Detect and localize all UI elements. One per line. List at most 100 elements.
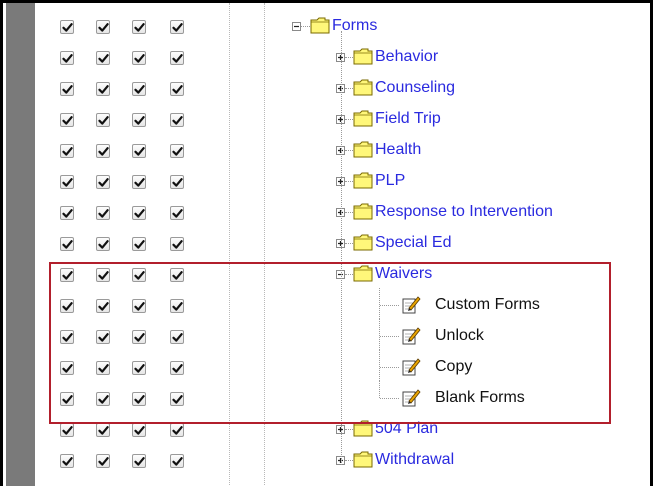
permission-checkbox[interactable] — [132, 237, 146, 251]
permission-checkbox[interactable] — [96, 206, 110, 220]
permission-checkbox[interactable] — [96, 82, 110, 96]
tree-node-label[interactable]: Blank Forms — [435, 389, 525, 407]
permission-checkbox[interactable] — [60, 175, 74, 189]
permission-checkbox[interactable] — [132, 206, 146, 220]
tree-node-label[interactable]: Special Ed — [375, 234, 452, 252]
permission-checkbox[interactable] — [60, 237, 74, 251]
permission-checkbox[interactable] — [170, 423, 184, 437]
tree-folder-row: PLP — [3, 168, 650, 199]
tree-node-label[interactable]: Health — [375, 141, 421, 159]
tree-connector — [301, 26, 310, 27]
permission-checkbox[interactable] — [60, 392, 74, 406]
tree-node-label[interactable]: Response to Intervention — [375, 203, 553, 221]
tree-node-label[interactable]: 504 Plan — [375, 420, 438, 438]
permission-checkbox[interactable] — [60, 361, 74, 375]
tree-folder-row: Response to Intervention — [3, 199, 650, 230]
tree-node-label[interactable]: Copy — [435, 358, 472, 376]
folder-icon — [353, 264, 373, 282]
tree-connector — [345, 88, 353, 89]
permission-checkbox[interactable] — [132, 423, 146, 437]
permission-checkbox[interactable] — [60, 113, 74, 127]
permission-checkbox[interactable] — [60, 268, 74, 282]
tree-node-label[interactable]: Custom Forms — [435, 296, 540, 314]
permission-checkbox[interactable] — [132, 268, 146, 282]
permissions-tree-panel: Forms Behavior Counseling Field Trip Health P… — [0, 0, 653, 486]
permission-checkbox[interactable] — [170, 454, 184, 468]
permission-checkbox[interactable] — [96, 454, 110, 468]
permission-checkbox[interactable] — [170, 144, 184, 158]
permission-checkbox[interactable] — [132, 392, 146, 406]
permission-checkbox[interactable] — [170, 175, 184, 189]
tree-connector — [345, 181, 353, 182]
permission-checkbox[interactable] — [132, 330, 146, 344]
tree-connector — [345, 460, 353, 461]
tree-node-label[interactable]: PLP — [375, 172, 405, 190]
permission-checkbox[interactable] — [170, 82, 184, 96]
permission-checkbox[interactable] — [60, 330, 74, 344]
collapse-toggle-icon[interactable] — [292, 22, 301, 31]
folder-icon — [353, 419, 373, 437]
permission-checkbox[interactable] — [170, 237, 184, 251]
tree-connector — [345, 150, 353, 151]
tree-node-label[interactable]: Field Trip — [375, 110, 441, 128]
tree-node-label[interactable]: Counseling — [375, 79, 455, 97]
permission-checkbox[interactable] — [96, 51, 110, 65]
permission-checkbox[interactable] — [96, 392, 110, 406]
permission-checkbox[interactable] — [132, 454, 146, 468]
folder-icon — [353, 233, 373, 251]
tree-connector — [379, 319, 380, 350]
tree-connector — [380, 367, 399, 368]
tree-connector — [345, 57, 353, 58]
permission-checkbox[interactable] — [132, 82, 146, 96]
folder-icon — [353, 450, 373, 468]
tree-connector — [345, 243, 353, 244]
permission-checkbox[interactable] — [132, 51, 146, 65]
permission-checkbox[interactable] — [96, 330, 110, 344]
tree-folder-row: Behavior — [3, 44, 650, 75]
permission-checkbox[interactable] — [60, 454, 74, 468]
permission-checkbox[interactable] — [170, 361, 184, 375]
permission-checkbox[interactable] — [170, 20, 184, 34]
permission-checkbox[interactable] — [170, 206, 184, 220]
tree-connector — [379, 381, 380, 398]
tree-connector — [380, 336, 399, 337]
tree-node-label[interactable]: Forms — [332, 17, 377, 35]
permission-checkbox[interactable] — [170, 392, 184, 406]
permission-checkbox[interactable] — [170, 51, 184, 65]
tree-connector — [345, 119, 353, 120]
edit-form-icon — [401, 388, 421, 408]
permission-checkbox[interactable] — [60, 20, 74, 34]
tree-node-label[interactable]: Unlock — [435, 327, 484, 345]
permission-checkbox[interactable] — [132, 20, 146, 34]
permission-checkbox[interactable] — [132, 361, 146, 375]
permission-checkbox[interactable] — [170, 113, 184, 127]
permission-checkbox[interactable] — [96, 20, 110, 34]
permission-checkbox[interactable] — [60, 82, 74, 96]
permission-checkbox[interactable] — [96, 113, 110, 127]
permission-checkbox[interactable] — [96, 175, 110, 189]
tree-leaf-row: Blank Forms — [3, 381, 650, 416]
permission-checkbox[interactable] — [132, 299, 146, 313]
permission-checkbox[interactable] — [132, 113, 146, 127]
tree-node-label[interactable]: Waivers — [375, 265, 432, 283]
permission-checkbox[interactable] — [96, 144, 110, 158]
permission-checkbox[interactable] — [96, 268, 110, 282]
permission-checkbox[interactable] — [60, 144, 74, 158]
folder-icon — [353, 202, 373, 220]
permission-checkbox[interactable] — [170, 268, 184, 282]
permission-checkbox[interactable] — [132, 144, 146, 158]
tree-node-label[interactable]: Withdrawal — [375, 451, 454, 469]
permission-checkbox[interactable] — [60, 51, 74, 65]
tree-leaf-row: Unlock — [3, 319, 650, 354]
tree-node-label[interactable]: Behavior — [375, 48, 438, 66]
permission-checkbox[interactable] — [96, 299, 110, 313]
permission-checkbox[interactable] — [96, 361, 110, 375]
permission-checkbox[interactable] — [132, 175, 146, 189]
permission-checkbox[interactable] — [170, 299, 184, 313]
permission-checkbox[interactable] — [96, 237, 110, 251]
permission-checkbox[interactable] — [60, 299, 74, 313]
permission-checkbox[interactable] — [96, 423, 110, 437]
permission-checkbox[interactable] — [170, 330, 184, 344]
permission-checkbox[interactable] — [60, 423, 74, 437]
permission-checkbox[interactable] — [60, 206, 74, 220]
